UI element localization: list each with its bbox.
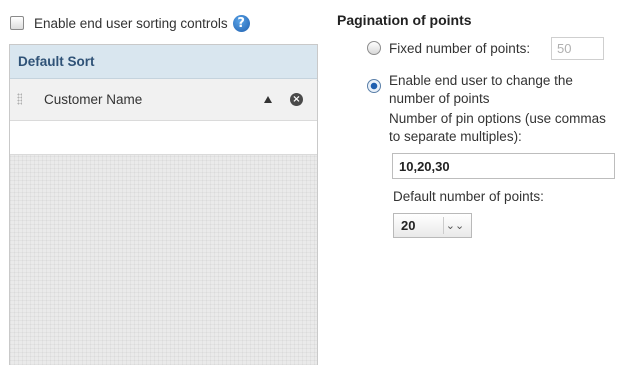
default-points-label: Default number of points: — [393, 189, 544, 204]
double-chevron-down-icon[interactable]: ⌄⌄ — [444, 220, 466, 231]
change-points-label-line1[interactable]: Enable end user to change the — [389, 73, 573, 88]
drag-handle-icon[interactable] — [17, 93, 22, 105]
enable-sorting-label[interactable]: Enable end user sorting controls — [34, 16, 228, 31]
fixed-points-radio[interactable] — [367, 41, 381, 55]
enable-sorting-row: Enable end user sorting controls ? — [10, 13, 250, 33]
pin-options-label-line1: Number of pin options (use commas — [389, 111, 606, 126]
pin-options-label-line2: to separate multiples): — [389, 129, 522, 144]
default-points-select[interactable]: 20 ⌄⌄ — [393, 213, 472, 238]
pin-options-input[interactable] — [392, 153, 615, 179]
default-sort-title: Default Sort — [10, 45, 317, 79]
default-points-value: 20 — [401, 218, 416, 233]
change-points-radio[interactable] — [367, 79, 381, 93]
fixed-points-input[interactable] — [551, 37, 604, 60]
change-points-label-line2[interactable]: number of points — [389, 91, 490, 106]
sort-item[interactable]: Customer Name × — [10, 79, 317, 121]
enable-sorting-checkbox[interactable] — [10, 16, 24, 30]
remove-sort-icon[interactable]: × — [290, 93, 303, 106]
default-sort-panel: Default Sort Customer Name × — [9, 44, 318, 365]
sort-item-label: Customer Name — [44, 92, 143, 107]
fixed-points-label[interactable]: Fixed number of points: — [389, 41, 530, 56]
sort-drop-zone[interactable] — [10, 121, 317, 155]
help-icon[interactable]: ? — [232, 14, 250, 32]
pagination-title: Pagination of points — [337, 12, 472, 28]
sort-ascending-icon[interactable] — [264, 96, 272, 103]
